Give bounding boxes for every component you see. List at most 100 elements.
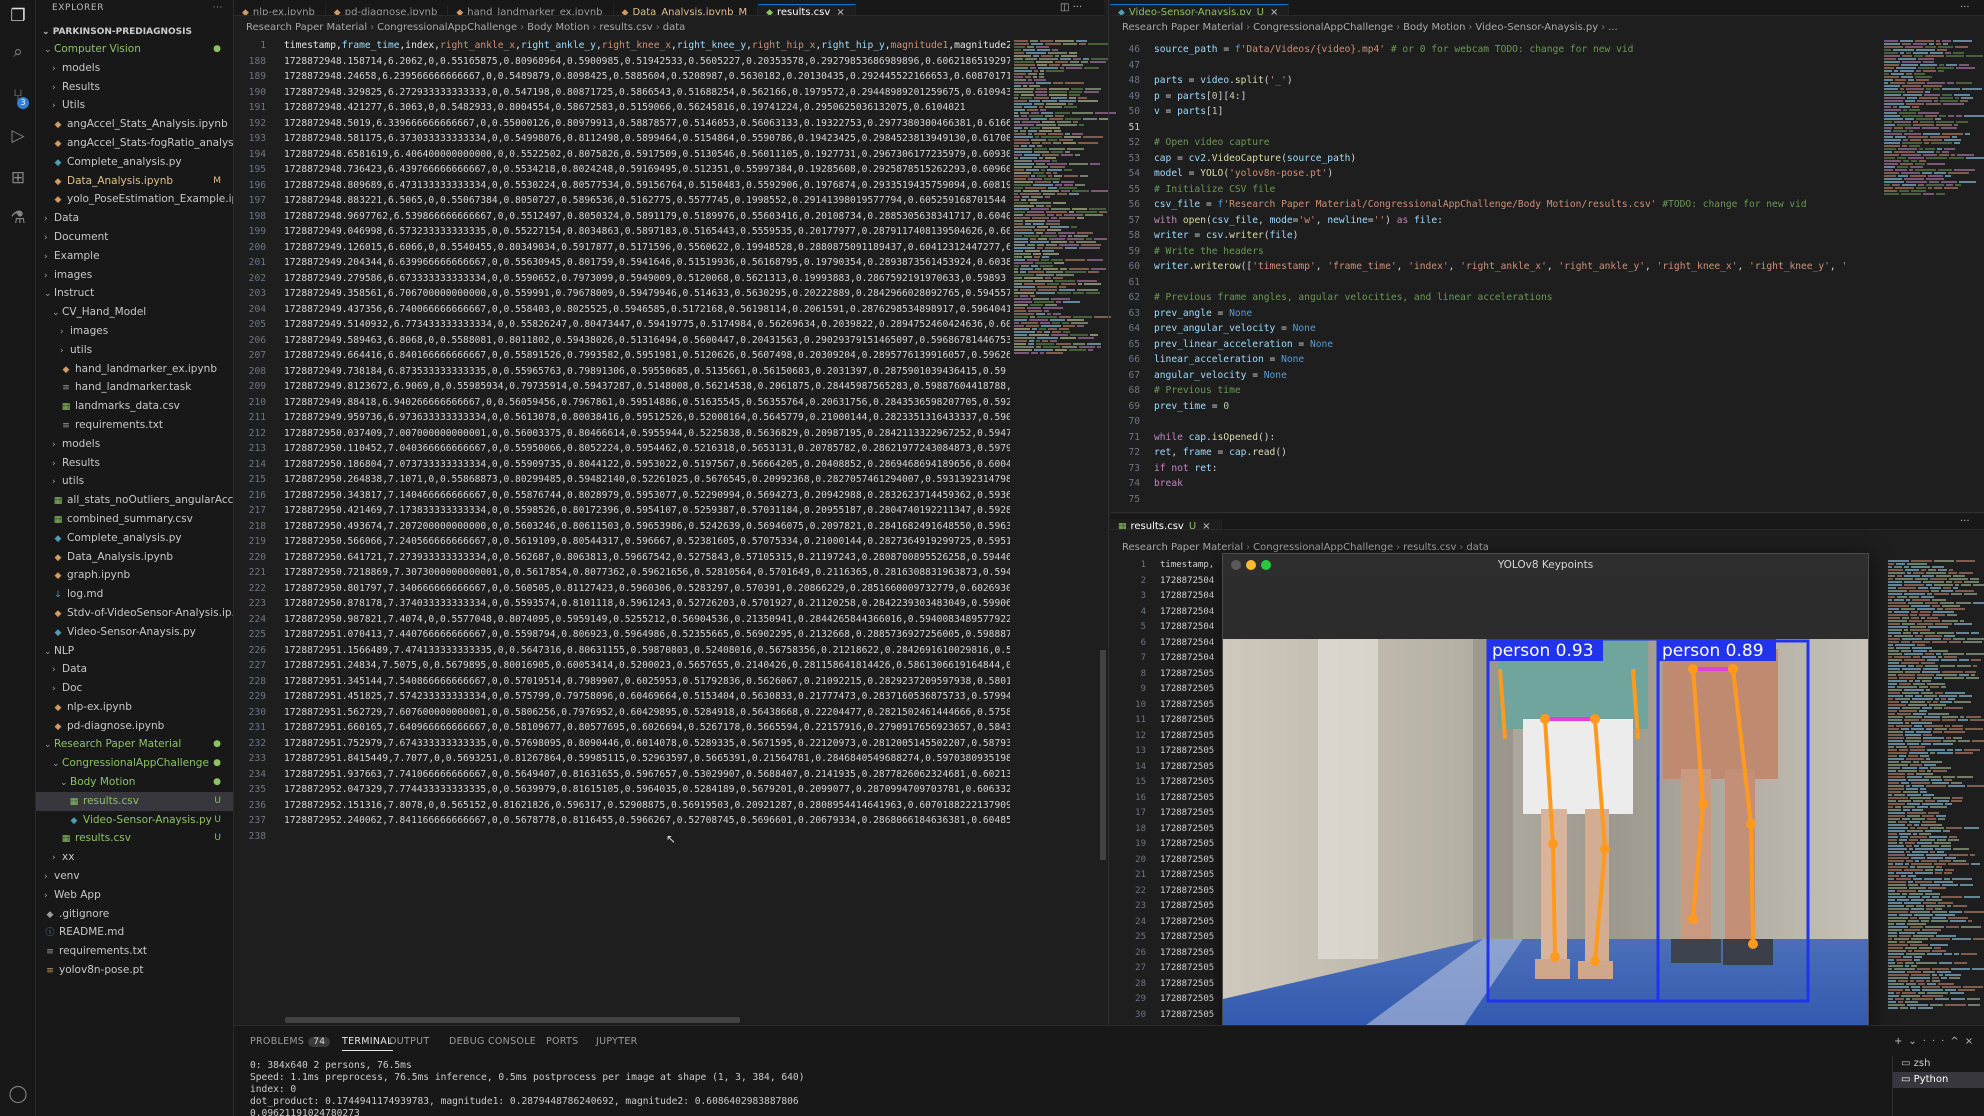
- left-vertical-scrollbar[interactable]: [1100, 650, 1106, 860]
- right-code-area[interactable]: 46 47 48 49 50 51 52 53 54 55 56 57 58 59 60 61 62 63 64 65…: [1110, 42, 1886, 504]
- testing-icon[interactable]: ⚗: [6, 206, 30, 230]
- explorer-more-button[interactable]: ···: [213, 0, 223, 16]
- tree-item[interactable]: ◆ nlp-ex.ipynb: [36, 698, 233, 717]
- panel-more-button[interactable]: ···: [1923, 1036, 1951, 1047]
- breadcrumb-item[interactable]: Research Paper Material: [1122, 542, 1243, 553]
- tree-item[interactable]: ⓘ README.md: [36, 923, 233, 942]
- tree-item[interactable]: ≡ requirements.txt: [36, 416, 233, 435]
- tree-item[interactable]: ⌄ Computer Vision ●: [36, 40, 233, 59]
- maximize-panel-icon[interactable]: ^: [1950, 1036, 1964, 1047]
- explorer-files-icon[interactable]: ❐: [6, 4, 30, 28]
- tree-item[interactable]: › Results: [36, 454, 233, 473]
- tree-item[interactable]: › xx: [36, 848, 233, 867]
- tree-item[interactable]: › Utils: [36, 96, 233, 115]
- breadcrumb-item[interactable]: data: [663, 22, 686, 33]
- tree-item[interactable]: › images: [36, 322, 233, 341]
- split-editor-icon[interactable]: ◫ ···: [1060, 2, 1082, 13]
- tree-item[interactable]: ◆ hand_landmarker_ex.ipynb: [36, 360, 233, 379]
- tree-item[interactable]: ◆ Video-Sensor-Anaysis.py: [36, 623, 233, 642]
- tree-item[interactable]: ◆ pd-diagnose.ipynb: [36, 717, 233, 736]
- tree-item[interactable]: › utils: [36, 341, 233, 360]
- editor-tab[interactable]: ◆ hand_landmarker_ex.ipynb: [448, 5, 614, 15]
- editor-tab[interactable]: ◆ nlp-ex.ipynb: [234, 5, 326, 15]
- editor-tab[interactable]: ◆ results.csv ×: [758, 4, 856, 15]
- yolo-window-titlebar[interactable]: YOLOv8 Keypoints: [1223, 554, 1868, 576]
- tree-item[interactable]: ⌄ Research Paper Material ●: [36, 735, 233, 754]
- tree-item[interactable]: › Data: [36, 660, 233, 679]
- breadcrumb-item[interactable]: CongressionalAppChallenge: [377, 22, 517, 33]
- tree-item[interactable]: › utils: [36, 472, 233, 491]
- tree-item[interactable]: ≡ yolov8n-pose.pt: [36, 961, 233, 980]
- tab-close-icon[interactable]: ×: [1270, 7, 1278, 15]
- bottom-right-code-area[interactable]: 1 2 3 4 5 6 7 8 9 10 11 12 13 14 15 16 17 18 19 20 21 22 23 24 2…: [1110, 558, 1226, 1024]
- tree-item[interactable]: ◆ Complete_analysis.py: [36, 529, 233, 548]
- tree-item[interactable]: › Results: [36, 78, 233, 97]
- panel-tab-problems[interactable]: PROBLEMS 74: [250, 1036, 331, 1047]
- panel-tab-terminal[interactable]: TERMINAL: [342, 1036, 393, 1051]
- panel-tab-jupyter[interactable]: JUPYTER: [596, 1036, 638, 1047]
- tree-item[interactable]: ⌄ CongressionalAppChallenge ●: [36, 754, 233, 773]
- bottom-right-minimap[interactable]: [1886, 560, 1984, 1022]
- breadcrumb-item[interactable]: Research Paper Material: [1122, 22, 1243, 33]
- tree-item[interactable]: › Doc: [36, 679, 233, 698]
- tree-item[interactable]: ↓ log.md: [36, 585, 233, 604]
- yolo-keypoints-window[interactable]: YOLOv8 Keypoints person 0.93 person 0.89: [1222, 553, 1869, 1041]
- tab-close-icon[interactable]: ×: [1202, 521, 1210, 529]
- left-code-area[interactable]: 1 188 189 190 191 192 193 194 195 196 197 198 199 200…: [234, 38, 1010, 850]
- tree-item[interactable]: ⌄ NLP: [36, 642, 233, 661]
- tree-item[interactable]: ◆ Complete_analysis.py: [36, 153, 233, 172]
- editor-tab[interactable]: ◆ Data_Analysis.ipynb M: [614, 5, 759, 15]
- breadcrumb-item[interactable]: CongressionalAppChallenge: [1253, 22, 1393, 33]
- bottom-right-more-icon[interactable]: ···: [1960, 516, 1970, 527]
- tab-close-icon[interactable]: ×: [836, 7, 844, 15]
- tree-item[interactable]: ◆ .gitignore: [36, 905, 233, 924]
- editor-tab[interactable]: ◆ pd-diagnose.ipynb: [326, 5, 449, 15]
- tree-item[interactable]: ⌄ CV_Hand_Model: [36, 303, 233, 322]
- tree-item[interactable]: ≡ hand_landmarker.task: [36, 378, 233, 397]
- breadcrumb-item[interactable]: Video-Sensor-Anaysis.py: [1475, 22, 1598, 33]
- window-close-button[interactable]: [1231, 560, 1241, 570]
- panel-tab-output[interactable]: OUTPUT: [389, 1036, 430, 1047]
- tree-item[interactable]: › Web App: [36, 886, 233, 905]
- breadcrumb-item[interactable]: results.csv: [1403, 542, 1456, 553]
- tree-item[interactable]: ◆ Data_Analysis.ipynb M: [36, 172, 233, 191]
- breadcrumb-item[interactable]: Body Motion: [1403, 22, 1465, 33]
- left-minimap[interactable]: [1012, 40, 1116, 450]
- breadcrumb-item[interactable]: ...: [1608, 22, 1618, 33]
- window-minimize-button[interactable]: [1246, 560, 1256, 570]
- tree-item[interactable]: › models: [36, 59, 233, 78]
- tree-item[interactable]: › Document: [36, 228, 233, 247]
- workspace-root[interactable]: ⌄ PARKINSON-PREDIAGNOSIS: [36, 24, 233, 40]
- right-more-icon[interactable]: ···: [1960, 2, 1970, 13]
- tree-item[interactable]: ◆ Data_Analysis.ipynb: [36, 548, 233, 567]
- search-icon[interactable]: ⌕: [6, 40, 30, 64]
- tree-item[interactable]: ◆ angAccel_Stats_Analysis.ipynb: [36, 115, 233, 134]
- tree-item[interactable]: ◆ graph.ipynb: [36, 566, 233, 585]
- tree-item[interactable]: › images: [36, 266, 233, 285]
- run-debug-icon[interactable]: ▷: [6, 124, 30, 148]
- tree-item[interactable]: ◆ yolo_PoseEstimation_Example.ip...: [36, 190, 233, 209]
- tree-item[interactable]: ⌄ Body Motion ●: [36, 773, 233, 792]
- breadcrumb-item[interactable]: data: [1466, 542, 1489, 553]
- tree-item[interactable]: › venv: [36, 867, 233, 886]
- editor-tab[interactable]: ◆ Video-Sensor-Anaysis.py U ×: [1110, 4, 1290, 15]
- breadcrumb-item[interactable]: Research Paper Material: [246, 22, 367, 33]
- tree-item[interactable]: ≡ requirements.txt: [36, 942, 233, 961]
- tree-item[interactable]: › Data: [36, 209, 233, 228]
- tree-item[interactable]: ◆ angAccel_Stats-fogRatio_analysi...: [36, 134, 233, 153]
- tree-item[interactable]: ▦ combined_summary.csv: [36, 510, 233, 529]
- tree-item[interactable]: ◆ Stdv-of-VideoSensor-Analysis.ip...: [36, 604, 233, 623]
- extensions-icon[interactable]: ⊞: [6, 166, 30, 190]
- breadcrumb-item[interactable]: CongressionalAppChallenge: [1253, 542, 1393, 553]
- left-horizontal-scrollbar[interactable]: [285, 1017, 740, 1023]
- window-maximize-button[interactable]: [1261, 560, 1271, 570]
- tree-item[interactable]: ▦ results.csv U: [36, 791, 233, 811]
- panel-tab-ports[interactable]: PORTS: [546, 1036, 578, 1047]
- panel-tab-debug-console[interactable]: DEBUG CONSOLE: [449, 1036, 536, 1047]
- breadcrumb-item[interactable]: results.csv: [599, 22, 652, 33]
- tree-item[interactable]: ▦ results.csv U: [36, 829, 233, 848]
- new-terminal-button[interactable]: +: [1894, 1036, 1908, 1047]
- terminal-dropdown-icon[interactable]: ⌄: [1908, 1036, 1922, 1047]
- tree-item[interactable]: ⌄ Instruct: [36, 284, 233, 303]
- tab-results-csv-bottom[interactable]: ▦ results.csv U ×: [1110, 519, 1222, 529]
